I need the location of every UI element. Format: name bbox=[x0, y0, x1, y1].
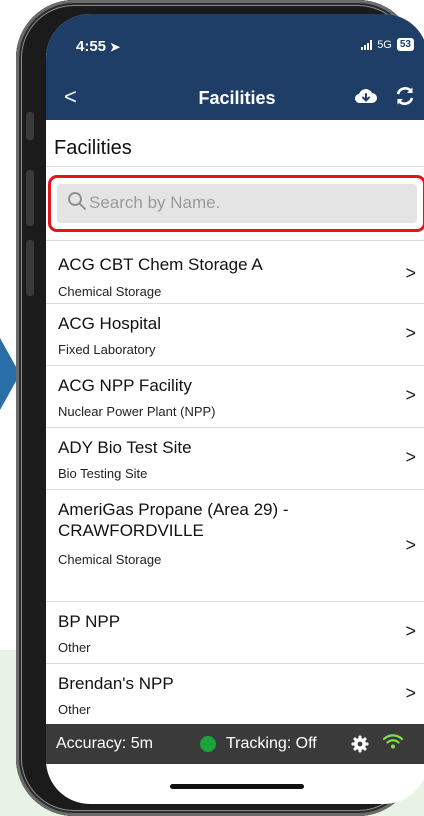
facility-name: AmeriGas Propane (Area 29) - bbox=[58, 500, 289, 519]
search-icon bbox=[67, 191, 87, 216]
nav-bar: < Facilities bbox=[46, 76, 424, 120]
facility-name: Brendan's NPP bbox=[58, 674, 174, 693]
accuracy-status-dot bbox=[200, 736, 216, 752]
list-item[interactable]: ACG Hospital Fixed Laboratory > bbox=[46, 304, 424, 366]
accuracy-label: Accuracy: 5m bbox=[56, 735, 153, 752]
chevron-right-icon: > bbox=[405, 323, 416, 343]
list-item[interactable]: BP NPP Other > bbox=[46, 602, 424, 664]
cloud-download-icon[interactable] bbox=[354, 86, 378, 111]
chevron-right-icon: > bbox=[405, 385, 416, 405]
wifi-icon bbox=[382, 732, 404, 755]
battery-icon: 53 bbox=[396, 38, 414, 51]
chevron-right-icon: > bbox=[405, 535, 416, 555]
phone-frame: 4:55 ➤ 5G 53 < Facilities Facilities Sea… bbox=[16, 0, 424, 816]
search-input[interactable] bbox=[89, 184, 389, 221]
facility-name: ACG NPP Facility bbox=[58, 376, 192, 395]
side-button bbox=[26, 112, 34, 140]
facility-type: Other bbox=[58, 640, 91, 655]
chevron-right-icon: > bbox=[405, 621, 416, 641]
facility-list: ACG CBT Chem Storage A Chemical Storage … bbox=[46, 240, 424, 726]
gear-icon[interactable] bbox=[351, 735, 369, 758]
list-item[interactable]: AmeriGas Propane (Area 29) - CRAWFORDVIL… bbox=[46, 490, 424, 602]
facility-name: ADY Bio Test Site bbox=[58, 438, 192, 457]
list-item[interactable]: ADY Bio Test Site Bio Testing Site > bbox=[46, 428, 424, 490]
facility-name: ACG CBT Chem Storage A bbox=[58, 255, 263, 274]
facility-type: Other bbox=[58, 702, 91, 717]
chevron-right-icon: > bbox=[405, 683, 416, 703]
list-item[interactable]: ACG CBT Chem Storage A Chemical Storage … bbox=[46, 240, 424, 304]
status-time: 4:55 ➤ bbox=[76, 38, 121, 55]
facility-name: BP NPP bbox=[58, 612, 121, 631]
tracking-bar: Accuracy: 5m Tracking: Off bbox=[46, 724, 424, 764]
facility-type: Fixed Laboratory bbox=[58, 342, 156, 357]
location-arrow-icon: ➤ bbox=[110, 40, 121, 54]
divider bbox=[46, 166, 424, 167]
status-bar: 4:55 ➤ 5G 53 bbox=[46, 14, 424, 76]
side-button bbox=[26, 170, 34, 226]
home-indicator[interactable] bbox=[170, 784, 304, 789]
network-label: 5G bbox=[377, 38, 392, 51]
app-screen: 4:55 ➤ 5G 53 < Facilities Facilities Sea… bbox=[46, 14, 424, 804]
facility-name-line2: CRAWFORDVILLE bbox=[58, 521, 204, 540]
side-button bbox=[26, 240, 34, 296]
refresh-icon[interactable] bbox=[394, 85, 416, 112]
signal-icon bbox=[361, 39, 373, 50]
tracking-label: Tracking: Off bbox=[226, 735, 317, 752]
chevron-right-icon: > bbox=[405, 447, 416, 467]
facility-type: Chemical Storage bbox=[58, 284, 162, 299]
search-highlight bbox=[48, 175, 424, 232]
list-item[interactable]: Brendan's NPP Other > bbox=[46, 664, 424, 726]
facility-type: Chemical Storage bbox=[58, 552, 162, 567]
facility-name: ACG Hospital bbox=[58, 314, 161, 333]
search-box[interactable] bbox=[57, 184, 417, 223]
facility-type: Nuclear Power Plant (NPP) bbox=[58, 404, 216, 419]
facility-type: Bio Testing Site bbox=[58, 466, 148, 481]
list-item[interactable]: ACG NPP Facility Nuclear Power Plant (NP… bbox=[46, 366, 424, 428]
page-title: Facilities bbox=[54, 137, 132, 159]
status-indicators: 5G 53 bbox=[361, 38, 414, 51]
chevron-right-icon: > bbox=[405, 263, 416, 283]
